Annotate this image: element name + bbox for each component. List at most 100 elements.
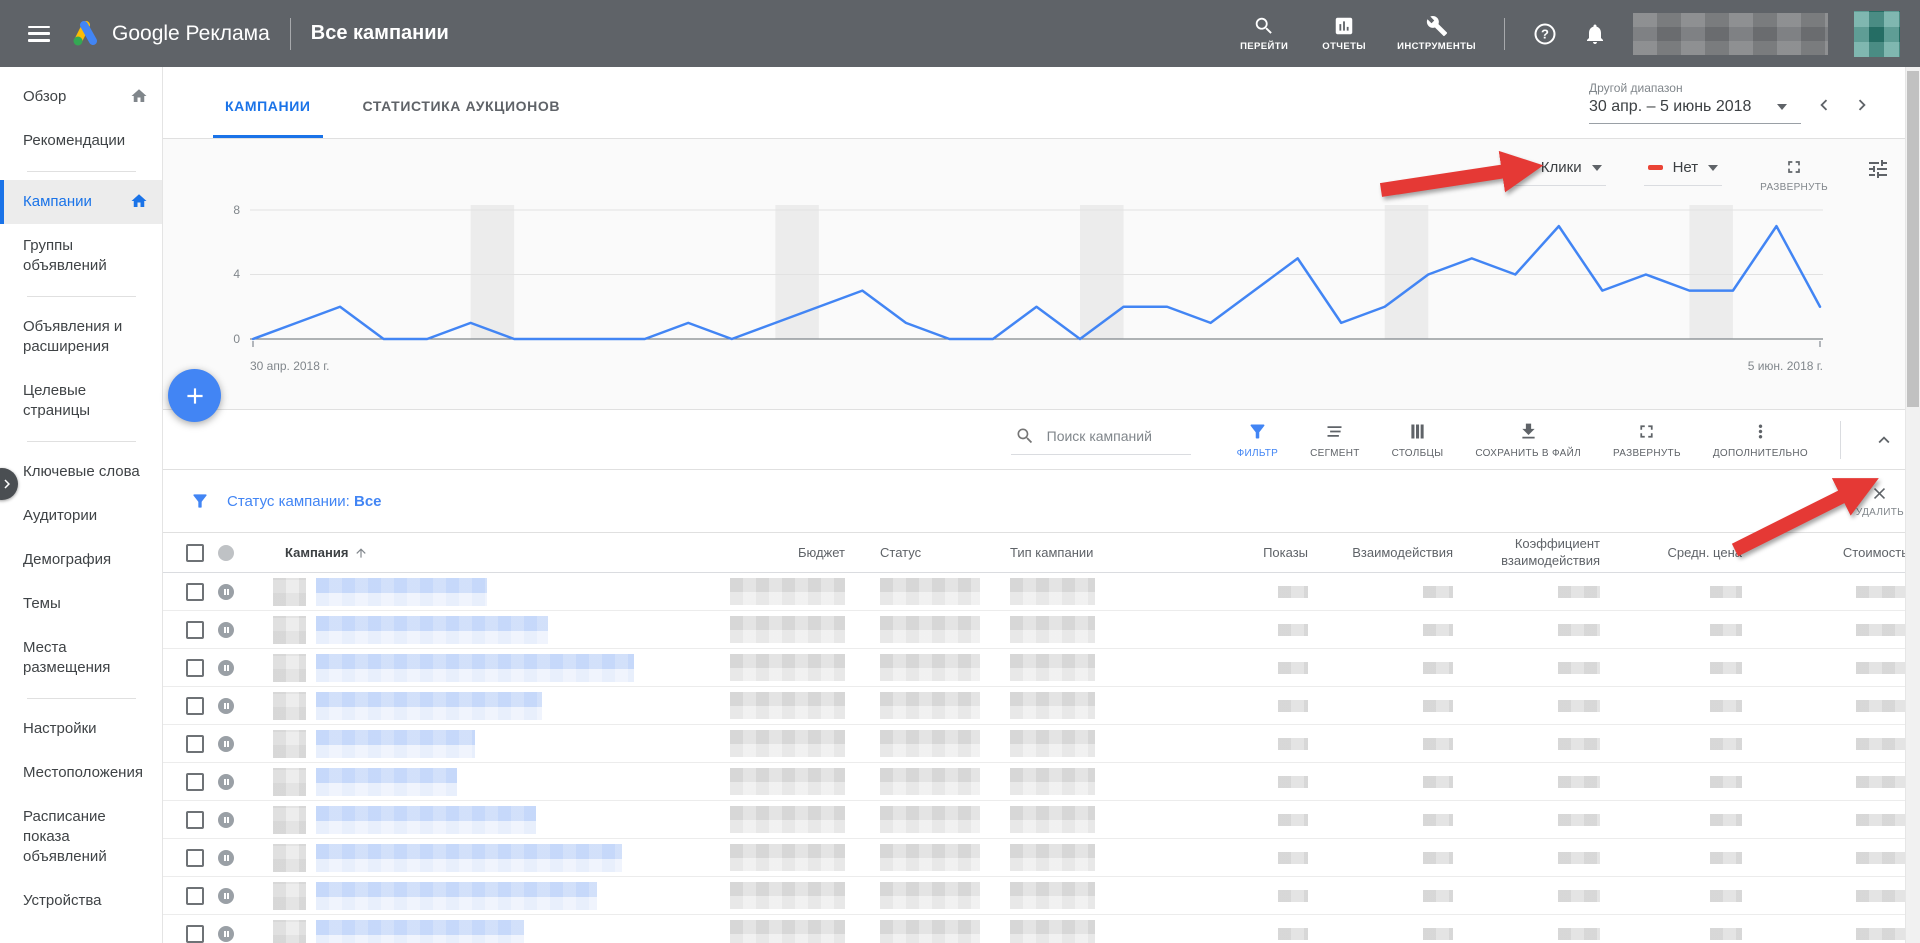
columns-button[interactable]: СТОЛБЦЫ: [1392, 421, 1444, 459]
paused-status-icon[interactable]: [218, 926, 234, 942]
metric-secondary-dropdown[interactable]: Нет: [1644, 153, 1723, 186]
redacted-cost: [1856, 776, 1908, 788]
campaign-search[interactable]: [1011, 424, 1191, 455]
table-row[interactable]: [163, 687, 1920, 725]
table-row[interactable]: [163, 725, 1920, 763]
scrollbar-thumb[interactable]: [1907, 71, 1919, 407]
sidebar-item-ads-extensions[interactable]: Объявления и расширения: [0, 305, 162, 369]
sidebar-item-locations[interactable]: Местоположения: [0, 751, 162, 795]
paused-status-icon[interactable]: [218, 812, 234, 828]
sidebar-item-label: Целевые страницы: [23, 381, 148, 421]
column-header-avg-cost[interactable]: Средн. цена: [1668, 545, 1743, 560]
row-checkbox[interactable]: [186, 697, 204, 715]
paused-status-icon[interactable]: [218, 698, 234, 714]
sidebar-item-campaigns[interactable]: Кампании: [0, 180, 162, 224]
sidebar-item-landing-pages[interactable]: Целевые страницы: [0, 369, 162, 433]
collapse-panel-button[interactable]: [1873, 429, 1895, 451]
paused-status-icon[interactable]: [218, 660, 234, 676]
more-button[interactable]: ДОПОЛНИТЕЛЬНО: [1713, 421, 1808, 459]
filter-label: ФИЛЬТР: [1237, 448, 1279, 459]
sidebar-item-overview[interactable]: Обзор: [0, 75, 162, 119]
sidebar-item-settings[interactable]: Настройки: [0, 707, 162, 751]
table-row[interactable]: [163, 763, 1920, 801]
chart-options-button[interactable]: [1866, 157, 1890, 181]
table-row[interactable]: [163, 915, 1920, 943]
sidebar-item-keywords[interactable]: Ключевые слова: [0, 450, 162, 494]
paused-status-icon[interactable]: [218, 774, 234, 790]
column-header-status[interactable]: Статус: [880, 545, 921, 560]
goto-button[interactable]: ПЕРЕЙТИ: [1237, 15, 1291, 52]
paused-status-icon[interactable]: [218, 850, 234, 866]
menu-icon[interactable]: [28, 26, 50, 42]
reports-button[interactable]: ОТЧЕТЫ: [1317, 15, 1371, 52]
row-checkbox[interactable]: [186, 659, 204, 677]
date-range-selector[interactable]: Другой диапазон 30 апр. – 5 июнь 2018: [1589, 81, 1801, 124]
dropdown-arrow-icon: [1777, 104, 1787, 110]
search-input[interactable]: [1045, 427, 1187, 445]
table-row[interactable]: [163, 611, 1920, 649]
column-header-cost[interactable]: Стоимость: [1843, 545, 1908, 560]
active-filter-chip[interactable]: Статус кампании: Все: [227, 493, 382, 510]
column-header-campaign[interactable]: Кампания: [273, 545, 368, 560]
row-checkbox[interactable]: [186, 773, 204, 791]
sidebar-item-recommendations[interactable]: Рекомендации: [0, 119, 162, 163]
redacted-cost: [1856, 852, 1908, 864]
paused-status-icon[interactable]: [218, 888, 234, 904]
sidebar-item-ad-groups[interactable]: Группы объявлений: [0, 224, 162, 288]
expand-table-button[interactable]: РАЗВЕРНУТЬ: [1613, 421, 1681, 459]
sidebar-item-topics[interactable]: Темы: [0, 582, 162, 626]
tab-auction-insights[interactable]: СТАТИСТИКА АУКЦИОНОВ: [351, 98, 573, 138]
chart-expand-button[interactable]: РАЗВЕРНУТЬ: [1760, 157, 1828, 193]
sidebar-item-demographics[interactable]: Демография: [0, 538, 162, 582]
paused-status-icon[interactable]: [218, 584, 234, 600]
metric-primary-dropdown[interactable]: Клики: [1512, 153, 1606, 186]
column-header-interaction-rate[interactable]: Коэффициент взаимодействия: [1488, 536, 1600, 569]
row-checkbox[interactable]: [186, 583, 204, 601]
table-row[interactable]: [163, 801, 1920, 839]
svg-text:?: ?: [1541, 26, 1549, 41]
sidebar-item-audiences[interactable]: Аудитории: [0, 494, 162, 538]
select-all-checkbox[interactable]: [186, 544, 204, 562]
paused-status-icon[interactable]: [218, 622, 234, 638]
account-info-redacted[interactable]: [1633, 13, 1828, 55]
row-checkbox[interactable]: [186, 735, 204, 753]
paused-status-icon[interactable]: [218, 736, 234, 752]
sidebar-item-devices[interactable]: Устройства: [0, 879, 162, 923]
row-checkbox[interactable]: [186, 925, 204, 943]
sidebar-nav: ОбзорРекомендации КампанииГруппы объявлен…: [0, 67, 163, 943]
sidebar-item-placements[interactable]: Места размещения: [0, 626, 162, 690]
google-ads-app: Google Реклама Все кампании ПЕРЕЙТИ ОТЧЕ…: [0, 0, 1920, 943]
column-header-campaign-type[interactable]: Тип кампании: [1010, 545, 1093, 560]
filter-button[interactable]: ФИЛЬТР: [1237, 421, 1279, 459]
table-row[interactable]: [163, 877, 1920, 915]
new-campaign-fab[interactable]: [168, 369, 221, 422]
google-ads-logo-icon[interactable]: [70, 20, 100, 47]
notifications-button[interactable]: [1583, 22, 1607, 46]
table-row[interactable]: [163, 839, 1920, 877]
tools-button[interactable]: ИНСТРУМЕНТЫ: [1397, 15, 1476, 52]
remove-filter-button[interactable]: УДАЛИТЬ: [1856, 484, 1904, 518]
avatar[interactable]: [1854, 11, 1900, 57]
row-checkbox[interactable]: [186, 849, 204, 867]
segment-button[interactable]: СЕГМЕНТ: [1310, 421, 1360, 459]
help-button[interactable]: ?: [1533, 22, 1557, 46]
redacted-campaign-type: [1010, 882, 1095, 909]
sidebar-item-ad-schedule[interactable]: Расписание показа объявлений: [0, 795, 162, 879]
column-header-interactions[interactable]: Взаимодействия: [1352, 545, 1453, 560]
redacted-cell: [273, 768, 306, 796]
redacted-interaction-rate: [1558, 852, 1600, 864]
row-checkbox[interactable]: [186, 621, 204, 639]
redacted-cost: [1856, 624, 1908, 636]
column-header-budget[interactable]: Бюджет: [798, 545, 845, 560]
row-checkbox[interactable]: [186, 887, 204, 905]
tab-campaigns[interactable]: КАМПАНИИ: [213, 98, 323, 138]
date-next-button[interactable]: [1847, 94, 1877, 124]
table-row[interactable]: [163, 649, 1920, 687]
date-prev-button[interactable]: [1809, 94, 1839, 124]
redacted-avg-cost: [1710, 890, 1742, 902]
table-row[interactable]: [163, 573, 1920, 611]
column-header-impressions[interactable]: Показы: [1263, 545, 1308, 560]
download-button[interactable]: СОХРАНИТЬ В ФАЙЛ: [1475, 421, 1581, 459]
window-scrollbar[interactable]: [1905, 67, 1920, 943]
row-checkbox[interactable]: [186, 811, 204, 829]
